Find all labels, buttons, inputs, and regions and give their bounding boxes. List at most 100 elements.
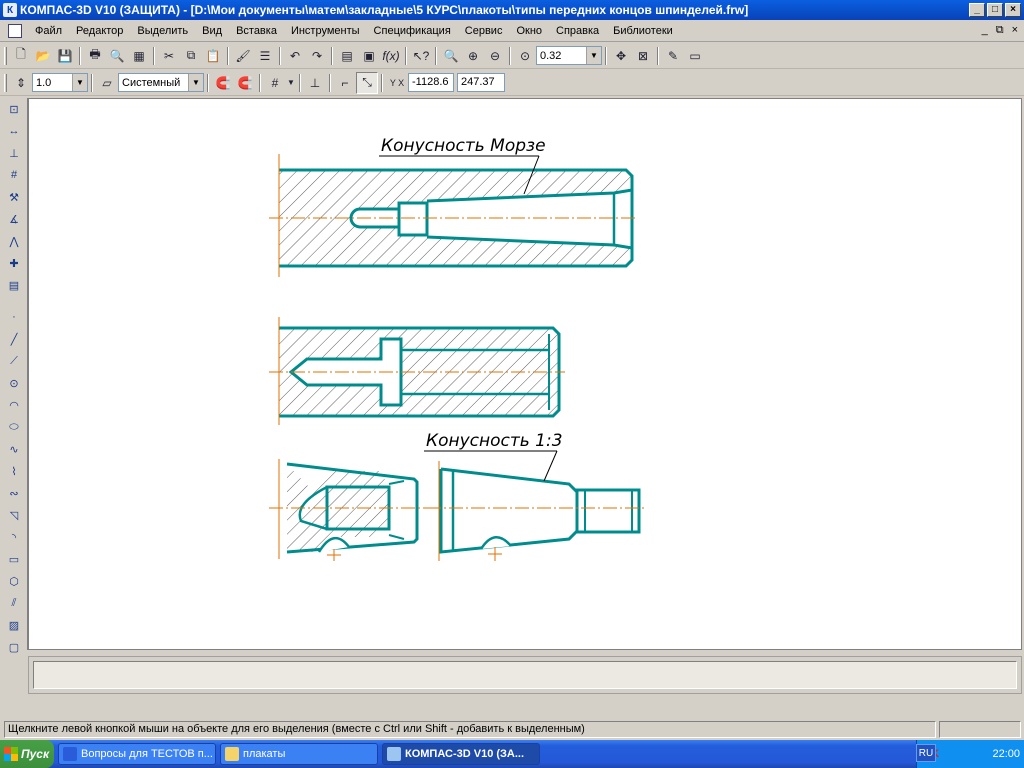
hatch-icon[interactable]: ▨ [3, 614, 25, 636]
toolbar-grip[interactable] [4, 73, 7, 92]
task-kompas[interactable]: КОМПАС-3D V10 (ЗА... [382, 743, 540, 765]
step-combo[interactable]: 1.0 ▼ [32, 73, 88, 92]
redo-icon[interactable]: ↷ [306, 45, 328, 67]
minimize-button[interactable]: _ [969, 3, 985, 17]
copy-icon[interactable]: ⧉ [180, 45, 202, 67]
export-icon[interactable]: ▦ [128, 45, 150, 67]
menu-file[interactable]: Файл [28, 25, 69, 37]
parametric-mode-icon[interactable]: ⤡ [356, 71, 378, 94]
paste-icon[interactable]: 📋 [202, 45, 224, 67]
geometry-icon[interactable]: ⊡ [3, 98, 25, 120]
menu-specification[interactable]: Спецификация [367, 25, 458, 37]
mdi-close-button[interactable]: × [1012, 24, 1018, 37]
coord-x-field[interactable]: -1128.6 [408, 73, 454, 92]
coord-y-field[interactable]: 247.37 [457, 73, 505, 92]
chevron-down-icon[interactable]: ▼ [72, 74, 87, 91]
coordinates-icon[interactable]: Y X [386, 72, 408, 94]
undo-icon[interactable]: ↶ [284, 45, 306, 67]
step-cursor-icon[interactable]: ⇕ [10, 72, 32, 94]
menu-tools[interactable]: Инструменты [284, 25, 367, 37]
menu-view[interactable]: Вид [195, 25, 229, 37]
edit-icon[interactable]: # [3, 164, 25, 186]
menu-insert[interactable]: Вставка [229, 25, 284, 37]
polygon-icon[interactable]: ⬡ [3, 570, 25, 592]
grid-icon[interactable]: # [264, 72, 286, 94]
properties-brush-icon[interactable]: 🖌 [232, 45, 254, 67]
ellipse-icon[interactable]: ⬭ [3, 416, 25, 438]
chevron-down-icon[interactable]: ▼ [586, 47, 601, 64]
zoom-combo[interactable]: 0.32 ▼ [536, 46, 602, 65]
maximize-button[interactable]: □ [987, 3, 1003, 17]
zoom-icon[interactable]: 🔍 [440, 45, 462, 67]
circle-icon[interactable]: ⊙ [3, 372, 25, 394]
document-icon[interactable] [8, 23, 22, 38]
menu-select[interactable]: Выделить [130, 25, 195, 37]
dimensions-icon[interactable]: ↔ [3, 120, 25, 142]
ortho-icon[interactable]: ⌐ [334, 72, 356, 94]
zoom-out-icon[interactable]: ⊖ [484, 45, 506, 67]
spec-icon[interactable]: ▤ [3, 274, 25, 296]
close-button[interactable]: × [1005, 3, 1021, 17]
task-word-document[interactable]: Вопросы для ТЕСТОВ п... [58, 743, 216, 765]
display-icon[interactable]: ▭ [684, 45, 706, 67]
chevron-down-icon[interactable]: ▼ [286, 72, 296, 94]
collect-contour-icon[interactable]: ▢ [3, 636, 25, 658]
menu-libraries[interactable]: Библиотеки [606, 25, 680, 37]
measure-icon[interactable]: ∡ [3, 208, 25, 230]
regenerate-icon[interactable]: ✎ [662, 45, 684, 67]
library-icon[interactable]: ▣ [358, 45, 380, 67]
spindle-with-groove[interactable] [269, 317, 565, 425]
taper-shaft[interactable] [427, 461, 647, 561]
pan-icon[interactable]: ✥ [610, 45, 632, 67]
segment-icon[interactable]: ⟋ [3, 350, 25, 372]
print-icon[interactable]: 🖶 [84, 45, 106, 67]
designations-icon[interactable]: ⊥ [3, 142, 25, 164]
zoom-scale-icon[interactable]: ⊙ [514, 45, 536, 67]
menu-help[interactable]: Справка [549, 25, 606, 37]
spline-icon[interactable]: ∿ [3, 438, 25, 460]
mdi-minimize-button[interactable]: _ [982, 24, 988, 37]
taper-cap[interactable] [269, 459, 429, 561]
mdi-restore-button[interactable]: ⧉ [996, 24, 1004, 37]
equidistant-icon[interactable]: ⫽ [3, 592, 25, 614]
task-folder[interactable]: плакаты [220, 743, 378, 765]
language-indicator[interactable]: RU [916, 744, 936, 762]
parametrization-icon[interactable]: ⚒ [3, 186, 25, 208]
arc-icon[interactable]: ◠ [3, 394, 25, 416]
print-preview-icon[interactable]: 🔍 [106, 45, 128, 67]
aux-line-icon[interactable]: ╱ [3, 328, 25, 350]
new-file-icon[interactable]: 🗋 [10, 45, 32, 67]
polyline-icon[interactable]: ⌇ [3, 460, 25, 482]
list-icon[interactable]: ☰ [254, 45, 276, 67]
rectangle-icon[interactable]: ▭ [3, 548, 25, 570]
show-all-icon[interactable]: ⊠ [632, 45, 654, 67]
snap-local-icon[interactable]: 🧲 [234, 72, 256, 94]
taper-1-3-label[interactable]: Конусность 1:3 [426, 431, 563, 451]
save-icon[interactable]: 💾 [54, 45, 76, 67]
selection-icon[interactable]: ⋀ [3, 230, 25, 252]
morse-taper-spindle[interactable] [269, 154, 637, 277]
bezier-icon[interactable]: ∾ [3, 482, 25, 504]
chamfer-icon[interactable]: ◹ [3, 504, 25, 526]
menu-edit[interactable]: Редактор [69, 25, 130, 37]
drawing-canvas[interactable]: Конусность Морзе Конусность 1:3 [28, 98, 1022, 650]
manager-icon[interactable]: ▤ [336, 45, 358, 67]
morse-taper-label[interactable]: Конусность Морзе [381, 136, 546, 156]
local-cs-icon[interactable]: ⊥ [304, 72, 326, 94]
snap-magnet-icon[interactable]: 🧲 [212, 72, 234, 94]
variables-icon[interactable]: f(x) [380, 45, 402, 67]
layer-icon[interactable]: ▱ [96, 72, 118, 94]
zoom-in-icon[interactable]: ⊕ [462, 45, 484, 67]
open-folder-icon[interactable]: 📂 [32, 45, 54, 67]
clock[interactable]: 22:00 [992, 748, 1020, 760]
point-icon[interactable]: · [3, 306, 25, 328]
chevron-down-icon[interactable]: ▼ [188, 74, 203, 91]
property-panel-area[interactable] [33, 661, 1017, 689]
menu-service[interactable]: Сервис [458, 25, 510, 37]
fillet-icon[interactable]: ◝ [3, 526, 25, 548]
menu-window[interactable]: Окно [509, 25, 549, 37]
help-pointer-icon[interactable]: ↖? [410, 45, 432, 67]
kompas-app-icon[interactable]: К [3, 3, 17, 17]
cut-icon[interactable]: ✂ [158, 45, 180, 67]
start-button[interactable]: Пуск [0, 740, 54, 768]
